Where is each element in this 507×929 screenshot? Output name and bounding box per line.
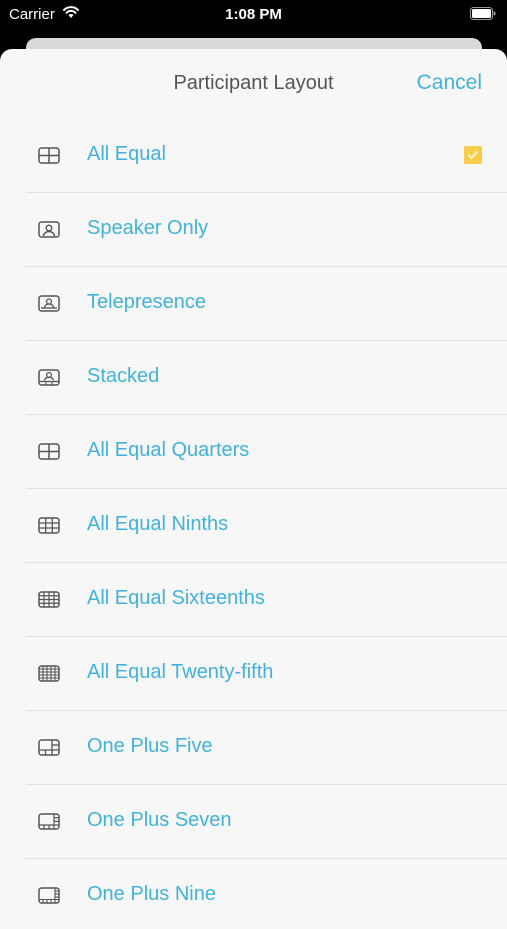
layout-option-label: One Plus Five [87, 735, 213, 757]
layout-option-all-equal[interactable]: All Equal [26, 119, 507, 193]
one-plus-five-icon [38, 739, 60, 756]
grid-4x4-icon [38, 591, 60, 608]
layout-option-label: All Equal Quarters [87, 439, 250, 461]
layout-option-label: One Plus Nine [87, 883, 216, 905]
layout-option-stacked[interactable]: Stacked [26, 341, 507, 415]
layout-option-label: All Equal [87, 143, 166, 165]
speaker-only-icon [38, 221, 60, 238]
grid-5x5-icon [38, 665, 60, 682]
layout-option-all-equal-sixteenths[interactable]: All Equal Sixteenths [26, 563, 507, 637]
layout-option-one-plus-nine[interactable]: One Plus Nine [26, 859, 507, 929]
battery-icon [470, 7, 496, 20]
one-plus-nine-icon [38, 887, 60, 904]
layout-option-all-equal-quarters[interactable]: All Equal Quarters [26, 415, 507, 489]
telepresence-icon [38, 295, 60, 312]
grid-2x2-icon [38, 147, 60, 164]
layout-option-one-plus-five[interactable]: One Plus Five [26, 711, 507, 785]
layout-list: All Equal Speaker Only Telepresence Stac… [0, 119, 507, 929]
layout-option-all-equal-twenty-fifth[interactable]: All Equal Twenty-fifth [26, 637, 507, 711]
layout-option-all-equal-ninths[interactable]: All Equal Ninths [26, 489, 507, 563]
layout-option-label: All Equal Sixteenths [87, 587, 265, 609]
sheet-header: Participant Layout Cancel [0, 49, 507, 119]
layout-option-label: Speaker Only [87, 217, 209, 239]
layout-option-telepresence[interactable]: Telepresence [26, 267, 507, 341]
one-plus-seven-icon [38, 813, 60, 830]
layout-option-label: Telepresence [87, 291, 206, 313]
layout-option-speaker-only[interactable]: Speaker Only [26, 193, 507, 267]
status-time: 1:08 PM [225, 6, 282, 23]
layout-option-one-plus-seven[interactable]: One Plus Seven [26, 785, 507, 859]
checkmark-icon [467, 150, 479, 160]
participant-layout-sheet: Participant Layout Cancel All Equal Spea… [0, 49, 507, 929]
grid-3x3-icon [38, 517, 60, 534]
layout-option-label: Stacked [87, 365, 160, 387]
cancel-button[interactable]: Cancel [417, 71, 482, 95]
layout-option-label: One Plus Seven [87, 809, 232, 831]
status-bar: Carrier 1:08 PM [0, 0, 507, 30]
selected-checkmark [464, 146, 482, 164]
layout-option-label: All Equal Ninths [87, 513, 229, 535]
grid-2x2-icon [38, 443, 60, 460]
layout-option-label: All Equal Twenty-fifth [87, 661, 274, 683]
stacked-icon [38, 369, 60, 386]
